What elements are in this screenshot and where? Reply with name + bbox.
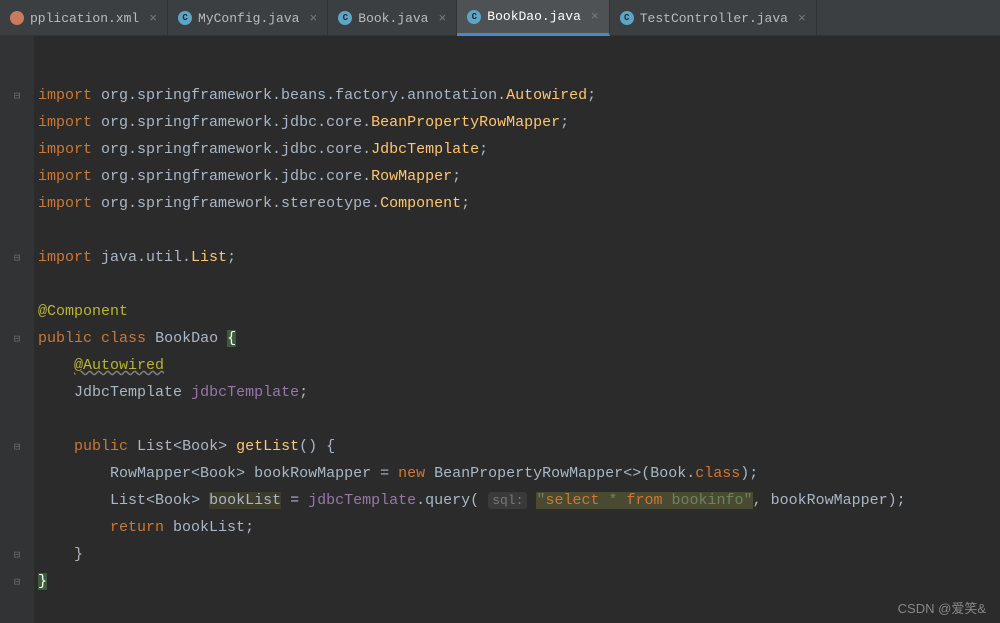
keyword: class (101, 330, 146, 347)
close-icon[interactable]: × (309, 11, 317, 26)
class-ref: List (191, 249, 227, 266)
type: JdbcTemplate (74, 384, 182, 401)
gutter-spacer (0, 109, 34, 136)
class-ref: Book (650, 465, 686, 482)
parameter-hint: sql: (488, 492, 527, 509)
gutter-spacer (0, 298, 34, 325)
annotation: @Component (38, 303, 128, 320)
tab-label: pplication.xml (30, 11, 139, 26)
keyword: import (38, 168, 92, 185)
type: Book (182, 438, 218, 455)
gutter-spacer (0, 136, 34, 163)
java-class-icon: C (620, 11, 634, 25)
sql-keyword: from (627, 492, 663, 509)
gutter-spacer (0, 460, 34, 487)
close-icon[interactable]: × (438, 11, 446, 26)
class-ref: Component (380, 195, 461, 212)
close-icon[interactable]: × (591, 9, 599, 24)
field: jdbcTemplate (191, 384, 299, 401)
type: Book (200, 465, 236, 482)
sql-string: "select * from bookinfo" (536, 492, 752, 509)
gutter-spacer (0, 514, 34, 541)
fold-icon[interactable]: ⊟ (0, 568, 34, 595)
xml-file-icon (10, 11, 24, 25)
type: List (137, 438, 173, 455)
variable: bookRowMapper (771, 492, 888, 509)
method-name: getList (236, 438, 299, 455)
gutter-spacer (0, 406, 34, 433)
method-call: query (425, 492, 470, 509)
fold-icon[interactable]: ⊟ (0, 244, 34, 271)
tab-bookdao[interactable]: C BookDao.java × (457, 0, 609, 36)
tab-application-xml[interactable]: pplication.xml × (0, 0, 168, 36)
gutter: ⊟ ⊟ ⊟ ⊟ ⊟ ⊟ (0, 36, 34, 623)
annotation: @Autowired (74, 357, 164, 374)
variable: bookList (173, 519, 245, 536)
java-class-icon: C (178, 11, 192, 25)
keyword: public (38, 330, 92, 347)
keyword: import (38, 195, 92, 212)
tab-myconfig[interactable]: C MyConfig.java × (168, 0, 328, 36)
variable: bookList (209, 492, 281, 509)
close-icon[interactable]: × (149, 11, 157, 26)
sql-star: * (608, 492, 617, 509)
field: jdbcTemplate (308, 492, 416, 509)
class-ref: Autowired (506, 87, 587, 104)
package-path: org.springframework.jdbc.core. (101, 114, 371, 131)
gutter-spacer (0, 163, 34, 190)
fold-icon[interactable]: ⊟ (0, 541, 34, 568)
sql-table: bookinfo (672, 492, 744, 509)
package-path: org.springframework.jdbc.core. (101, 141, 371, 158)
gutter-spacer (0, 379, 34, 406)
variable: bookRowMapper (254, 465, 371, 482)
keyword: import (38, 141, 92, 158)
keyword: public (74, 438, 128, 455)
sql-keyword: select (545, 492, 599, 509)
tab-label: TestController.java (640, 11, 788, 26)
tab-label: Book.java (358, 11, 428, 26)
editor-tabs: pplication.xml × C MyConfig.java × C Boo… (0, 0, 1000, 36)
close-icon[interactable]: × (798, 11, 806, 26)
java-class-icon: C (467, 10, 481, 24)
tab-label: MyConfig.java (198, 11, 299, 26)
keyword: new (398, 465, 425, 482)
tab-testcontroller[interactable]: C TestController.java × (610, 0, 817, 36)
watermark: CSDN @爱笑& (898, 598, 986, 617)
gutter-spacer (0, 190, 34, 217)
package-path: org.springframework.beans.factory.annota… (101, 87, 506, 104)
keyword: class (695, 465, 740, 482)
type: List (110, 492, 146, 509)
gutter-spacer (0, 487, 34, 514)
type: Book (155, 492, 191, 509)
tab-book[interactable]: C Book.java × (328, 0, 457, 36)
package-path: org.springframework.jdbc.core. (101, 168, 371, 185)
type: RowMapper (110, 465, 191, 482)
fold-icon[interactable]: ⊟ (0, 433, 34, 460)
gutter-spacer (0, 352, 34, 379)
class-ref: JdbcTemplate (371, 141, 479, 158)
package-path: org.springframework.stereotype. (101, 195, 380, 212)
editor-area: ⊟ ⊟ ⊟ ⊟ ⊟ ⊟ import org.springframework.b… (0, 36, 1000, 623)
fold-icon[interactable]: ⊟ (0, 82, 34, 109)
code-content[interactable]: import org.springframework.beans.factory… (34, 36, 1000, 623)
class-ref: RowMapper (371, 168, 452, 185)
class-ref: BeanPropertyRowMapper (371, 114, 560, 131)
keyword: import (38, 87, 92, 104)
keyword: import (38, 249, 92, 266)
keyword: return (110, 519, 164, 536)
brace: } (38, 573, 47, 590)
package-path: java.util. (101, 249, 191, 266)
type: BeanPropertyRowMapper (434, 465, 623, 482)
tab-label: BookDao.java (487, 9, 581, 24)
keyword: import (38, 114, 92, 131)
fold-icon[interactable]: ⊟ (0, 325, 34, 352)
gutter-spacer (0, 217, 34, 244)
class-name: BookDao (155, 330, 218, 347)
brace: { (227, 330, 236, 347)
gutter-spacer (0, 271, 34, 298)
java-class-icon: C (338, 11, 352, 25)
